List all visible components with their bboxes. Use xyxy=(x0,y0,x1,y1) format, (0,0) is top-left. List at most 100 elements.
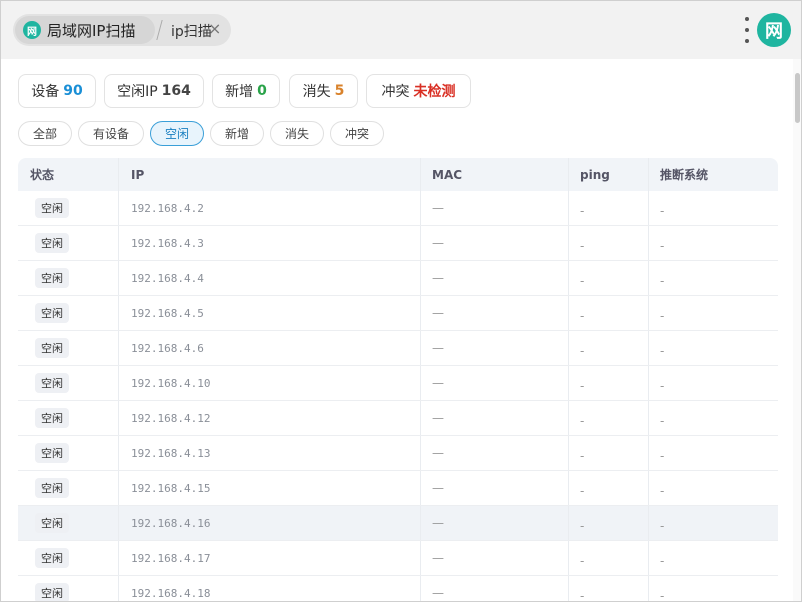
table-row[interactable]: 空闲 192.168.4.12 — - - xyxy=(18,401,778,436)
col-status[interactable]: 状态 xyxy=(30,158,54,191)
os-cell: - xyxy=(660,191,664,225)
os-cell: - xyxy=(660,506,664,540)
more-menu-icon[interactable] xyxy=(743,17,751,43)
ping-cell: - xyxy=(580,191,584,225)
ping-cell-text: - xyxy=(580,484,585,498)
ping-cell-text: - xyxy=(580,309,585,323)
ip-cell: 192.168.4.5 xyxy=(131,306,204,320)
ip-cell: 192.168.4.17 xyxy=(131,551,211,565)
col-os[interactable]: 推断系统 xyxy=(660,158,708,191)
status-badge-text: 空闲 xyxy=(35,338,69,358)
ping-cell: - xyxy=(580,471,584,505)
status-badge-text: 空闲 xyxy=(35,443,69,463)
table-body: 空闲 192.168.4.2 — - - 空闲 192.168.4.3 — - - 空闲 192.16… xyxy=(18,191,778,601)
os-cell-text: - xyxy=(660,344,665,358)
ip-cell: 192.168.4.4 xyxy=(131,271,204,285)
stat-card[interactable]: 设备 90 xyxy=(18,74,96,108)
stat-card[interactable]: 消失 5 xyxy=(289,74,358,108)
os-cell: - xyxy=(660,471,664,505)
status-badge: 空闲 xyxy=(30,296,69,330)
mac-cell: — xyxy=(432,586,444,600)
ping-cell-text: - xyxy=(580,554,585,568)
ip-cell: 192.168.4.3 xyxy=(131,236,204,250)
status-badge: 空闲 xyxy=(30,366,69,400)
ip-cell: 192.168.4.18 xyxy=(131,586,211,600)
col-ping[interactable]: ping xyxy=(580,158,610,191)
os-cell: - xyxy=(660,366,664,400)
status-badge: 空闲 xyxy=(30,401,69,435)
table-header: 状态 IP MAC ping 推断系统 xyxy=(18,158,778,191)
stat-card[interactable]: 空闲IP 164 xyxy=(104,74,204,108)
ping-cell: - xyxy=(580,296,584,330)
os-cell-text: - xyxy=(660,449,665,463)
table-row[interactable]: 空闲 192.168.4.4 — - - xyxy=(18,261,778,296)
filter-chip[interactable]: 空闲 xyxy=(150,121,204,146)
ip-cell: 192.168.4.13 xyxy=(131,446,211,460)
status-badge-text: 空闲 xyxy=(35,268,69,288)
ping-cell-text: - xyxy=(580,414,585,428)
status-badge-text: 空闲 xyxy=(35,478,69,498)
scrollbar[interactable] xyxy=(793,59,801,601)
filter-chip[interactable]: 冲突 xyxy=(330,121,384,146)
ping-cell: - xyxy=(580,226,584,260)
ping-cell: - xyxy=(580,261,584,295)
ip-cell: 192.168.4.16 xyxy=(131,516,211,530)
stat-value: 0 xyxy=(257,83,267,99)
os-cell-text: - xyxy=(660,274,665,288)
col-ip[interactable]: IP xyxy=(131,158,144,191)
tab-app[interactable]: 网 局域网IP扫描 xyxy=(15,16,155,44)
filter-chip[interactable]: 新增 xyxy=(210,121,264,146)
status-badge-text: 空闲 xyxy=(35,373,69,393)
os-cell-text: - xyxy=(660,589,665,601)
ping-cell: - xyxy=(580,436,584,470)
ping-cell-text: - xyxy=(580,344,585,358)
close-icon[interactable]: × xyxy=(208,19,221,38)
mac-cell: — xyxy=(432,516,444,530)
table-row[interactable]: 空闲 192.168.4.2 — - - xyxy=(18,191,778,226)
table-row[interactable]: 空闲 192.168.4.6 — - - xyxy=(18,331,778,366)
stat-value: 90 xyxy=(63,83,83,99)
table-row[interactable]: 空闲 192.168.4.10 — - - xyxy=(18,366,778,401)
stat-label: 新增 xyxy=(225,84,254,100)
mac-cell: — xyxy=(432,341,444,355)
mac-cell: — xyxy=(432,271,444,285)
table-row[interactable]: 空闲 192.168.4.3 — - - xyxy=(18,226,778,261)
os-cell-text: - xyxy=(660,554,665,568)
avatar[interactable]: 网 xyxy=(757,13,791,47)
ip-cell: 192.168.4.2 xyxy=(131,201,204,215)
ping-cell: - xyxy=(580,576,584,601)
col-mac[interactable]: MAC xyxy=(432,158,462,191)
stat-card[interactable]: 冲突 未检测 xyxy=(366,74,471,108)
os-cell-text: - xyxy=(660,519,665,533)
scrollbar-thumb[interactable] xyxy=(795,73,800,123)
status-badge: 空闲 xyxy=(30,471,69,505)
table-row[interactable]: 空闲 192.168.4.18 — - - xyxy=(18,576,778,601)
status-badge: 空闲 xyxy=(30,541,69,575)
os-cell: - xyxy=(660,261,664,295)
ping-cell: - xyxy=(580,541,584,575)
status-badge: 空闲 xyxy=(30,436,69,470)
table-row[interactable]: 空闲 192.168.4.17 — - - xyxy=(18,541,778,576)
table-row[interactable]: 空闲 192.168.4.16 — - - xyxy=(18,506,778,541)
mac-cell: — xyxy=(432,201,444,215)
app-logo-icon: 网 xyxy=(23,21,41,39)
os-cell: - xyxy=(660,401,664,435)
os-cell-text: - xyxy=(660,239,665,253)
os-cell-text: - xyxy=(660,309,665,323)
os-cell: - xyxy=(660,331,664,365)
tab-ip-scan[interactable]: ip扫描 xyxy=(171,21,212,41)
status-badge-text: 空闲 xyxy=(35,233,69,253)
filter-chip[interactable]: 全部 xyxy=(18,121,72,146)
table-row[interactable]: 空闲 192.168.4.13 — - - xyxy=(18,436,778,471)
ip-cell: 192.168.4.6 xyxy=(131,341,204,355)
tab-strip: 网 局域网IP扫描 ip扫描 × xyxy=(13,14,231,46)
table-row[interactable]: 空闲 192.168.4.5 — - - xyxy=(18,296,778,331)
filter-chip[interactable]: 有设备 xyxy=(78,121,144,146)
filter-chip[interactable]: 消失 xyxy=(270,121,324,146)
stat-card[interactable]: 新增 0 xyxy=(212,74,280,108)
ping-cell-text: - xyxy=(580,379,585,393)
mac-cell: — xyxy=(432,481,444,495)
stat-value: 未检测 xyxy=(413,84,456,100)
os-cell-text: - xyxy=(660,484,665,498)
table-row[interactable]: 空闲 192.168.4.15 — - - xyxy=(18,471,778,506)
